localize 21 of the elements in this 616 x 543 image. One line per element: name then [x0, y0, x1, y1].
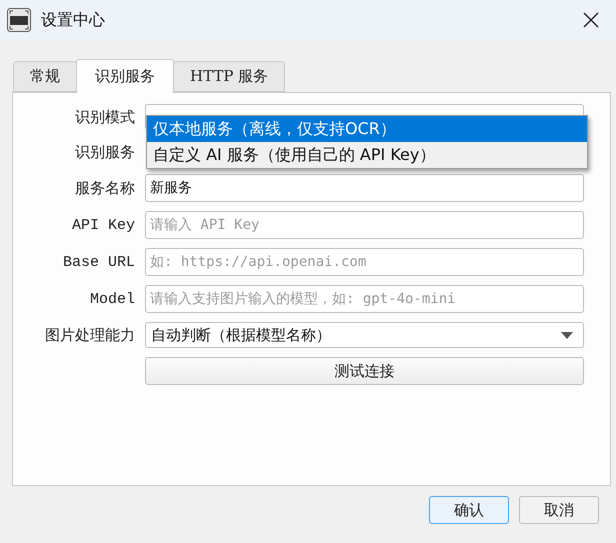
- dropdown[interactable]: 自动判断（根据模型名称）: [145, 322, 584, 348]
- field-label: API Key: [72, 216, 135, 234]
- tab[interactable]: 常规: [13, 61, 77, 92]
- field-label: Base URL: [62, 254, 135, 270]
- field-label: 图片处理能力: [45, 326, 135, 344]
- field-label: Model: [90, 290, 135, 308]
- field-label: 识别模式: [75, 108, 135, 126]
- app-icon: [7, 8, 31, 32]
- tab[interactable]: 识别服务: [76, 59, 174, 93]
- dialog-button[interactable]: 确认: [429, 496, 509, 524]
- close-icon: [582, 11, 600, 29]
- dropdown-option[interactable]: 自定义 AI 服务（使用自己的 API Key）: [147, 142, 587, 168]
- window-title: 设置中心: [41, 10, 106, 30]
- field-label: 识别服务: [75, 144, 135, 162]
- dropdown-caret-icon: [561, 332, 573, 338]
- test-connection-button[interactable]: 测试连接: [145, 357, 584, 385]
- input-field[interactable]: 新服务: [145, 174, 584, 202]
- dropdown-option[interactable]: 仅本地服务（离线，仅支持OCR）: [147, 116, 587, 142]
- dialog-button[interactable]: 取消: [519, 496, 599, 524]
- tab[interactable]: HTTP 服务: [173, 61, 286, 92]
- field-label: 服务名称: [75, 180, 135, 198]
